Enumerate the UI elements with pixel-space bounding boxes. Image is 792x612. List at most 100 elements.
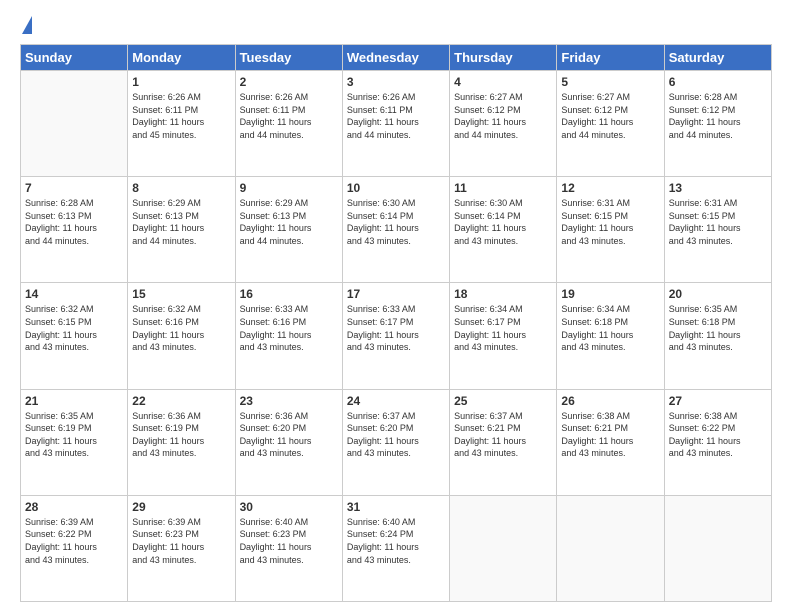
- calendar-cell: 20 Sunrise: 6:35 AMSunset: 6:18 PMDayligh…: [664, 283, 771, 389]
- calendar-cell: [450, 495, 557, 601]
- calendar-header-saturday: Saturday: [664, 45, 771, 71]
- calendar-cell: 8 Sunrise: 6:29 AMSunset: 6:13 PMDaylight…: [128, 177, 235, 283]
- calendar-header-thursday: Thursday: [450, 45, 557, 71]
- calendar-cell: 11 Sunrise: 6:30 AMSunset: 6:14 PMDayligh…: [450, 177, 557, 283]
- day-info: Sunrise: 6:34 AMSunset: 6:18 PMDaylight:…: [561, 303, 659, 353]
- calendar-cell: 10 Sunrise: 6:30 AMSunset: 6:14 PMDayligh…: [342, 177, 449, 283]
- calendar-cell: 7Sunrise: 6:28 AMSunset: 6:13 PMDaylight…: [21, 177, 128, 283]
- day-number: 1: [132, 75, 230, 89]
- calendar-cell: 30 Sunrise: 6:40 AMSunset: 6:23 PMDayligh…: [235, 495, 342, 601]
- day-number: 5: [561, 75, 659, 89]
- calendar-cell: 14 Sunrise: 6:32 AMSunset: 6:15 PMDayligh…: [21, 283, 128, 389]
- calendar-cell: 19 Sunrise: 6:34 AMSunset: 6:18 PMDayligh…: [557, 283, 664, 389]
- day-number: 28: [25, 500, 123, 514]
- calendar-cell: [664, 495, 771, 601]
- calendar-header-tuesday: Tuesday: [235, 45, 342, 71]
- calendar-cell: 31 Sunrise: 6:40 AMSunset: 6:24 PMDayligh…: [342, 495, 449, 601]
- calendar-cell: 6 Sunrise: 6:28 AMSunset: 6:12 PMDaylight…: [664, 71, 771, 177]
- day-number: 13: [669, 181, 767, 195]
- calendar-cell: 13 Sunrise: 6:31 AMSunset: 6:15 PMDayligh…: [664, 177, 771, 283]
- day-number: 6: [669, 75, 767, 89]
- calendar-cell: 28 Sunrise: 6:39 AMSunset: 6:22 PMDayligh…: [21, 495, 128, 601]
- calendar-cell: 12 Sunrise: 6:31 AMSunset: 6:15 PMDayligh…: [557, 177, 664, 283]
- calendar-week-1: 1 Sunrise: 6:26 AMSunset: 6:11 PMDaylight…: [21, 71, 772, 177]
- day-number: 3: [347, 75, 445, 89]
- day-info: Sunrise: 6:26 AMSunset: 6:11 PMDaylight:…: [240, 91, 338, 141]
- day-info: Sunrise: 6:35 AMSunset: 6:18 PMDaylight:…: [669, 303, 767, 353]
- calendar-cell: [557, 495, 664, 601]
- day-number: 15: [132, 287, 230, 301]
- day-number: 10: [347, 181, 445, 195]
- day-number: 26: [561, 394, 659, 408]
- day-number: 14: [25, 287, 123, 301]
- day-info: Sunrise: 6:26 AMSunset: 6:11 PMDaylight:…: [132, 91, 230, 141]
- page: SundayMondayTuesdayWednesdayThursdayFrid…: [0, 0, 792, 612]
- calendar-cell: 16Sunrise: 6:33 AMSunset: 6:16 PMDayligh…: [235, 283, 342, 389]
- calendar-header-wednesday: Wednesday: [342, 45, 449, 71]
- day-info: Sunrise: 6:36 AMSunset: 6:19 PMDaylight:…: [132, 410, 230, 460]
- day-number: 8: [132, 181, 230, 195]
- day-number: 12: [561, 181, 659, 195]
- day-info: Sunrise: 6:26 AMSunset: 6:11 PMDaylight:…: [347, 91, 445, 141]
- day-info: Sunrise: 6:36 AMSunset: 6:20 PMDaylight:…: [240, 410, 338, 460]
- calendar-cell: 27 Sunrise: 6:38 AMSunset: 6:22 PMDayligh…: [664, 389, 771, 495]
- day-info: Sunrise: 6:27 AMSunset: 6:12 PMDaylight:…: [561, 91, 659, 141]
- day-number: 23: [240, 394, 338, 408]
- calendar-week-2: 7Sunrise: 6:28 AMSunset: 6:13 PMDaylight…: [21, 177, 772, 283]
- calendar-cell: 5 Sunrise: 6:27 AMSunset: 6:12 PMDaylight…: [557, 71, 664, 177]
- day-number: 20: [669, 287, 767, 301]
- calendar-cell: 24 Sunrise: 6:37 AMSunset: 6:20 PMDayligh…: [342, 389, 449, 495]
- day-number: 16: [240, 287, 338, 301]
- calendar-week-4: 21Sunrise: 6:35 AMSunset: 6:19 PMDayligh…: [21, 389, 772, 495]
- day-info: Sunrise: 6:34 AMSunset: 6:17 PMDaylight:…: [454, 303, 552, 353]
- day-info: Sunrise: 6:38 AMSunset: 6:22 PMDaylight:…: [669, 410, 767, 460]
- day-info: Sunrise: 6:30 AMSunset: 6:14 PMDaylight:…: [454, 197, 552, 247]
- day-info: Sunrise: 6:40 AMSunset: 6:24 PMDaylight:…: [347, 516, 445, 566]
- day-info: Sunrise: 6:37 AMSunset: 6:20 PMDaylight:…: [347, 410, 445, 460]
- calendar-week-5: 28 Sunrise: 6:39 AMSunset: 6:22 PMDayligh…: [21, 495, 772, 601]
- day-info: Sunrise: 6:32 AMSunset: 6:16 PMDaylight:…: [132, 303, 230, 353]
- day-info: Sunrise: 6:31 AMSunset: 6:15 PMDaylight:…: [669, 197, 767, 247]
- day-number: 18: [454, 287, 552, 301]
- header: [20, 16, 772, 34]
- day-number: 31: [347, 500, 445, 514]
- day-info: Sunrise: 6:35 AMSunset: 6:19 PMDaylight:…: [25, 410, 123, 460]
- day-number: 29: [132, 500, 230, 514]
- day-number: 7: [25, 181, 123, 195]
- calendar-cell: 2 Sunrise: 6:26 AMSunset: 6:11 PMDaylight…: [235, 71, 342, 177]
- day-info: Sunrise: 6:31 AMSunset: 6:15 PMDaylight:…: [561, 197, 659, 247]
- calendar-cell: 25Sunrise: 6:37 AMSunset: 6:21 PMDayligh…: [450, 389, 557, 495]
- calendar-cell: 9 Sunrise: 6:29 AMSunset: 6:13 PMDaylight…: [235, 177, 342, 283]
- day-info: Sunrise: 6:29 AMSunset: 6:13 PMDaylight:…: [240, 197, 338, 247]
- day-info: Sunrise: 6:37 AMSunset: 6:21 PMDaylight:…: [454, 410, 552, 460]
- day-number: 19: [561, 287, 659, 301]
- calendar-cell: 21Sunrise: 6:35 AMSunset: 6:19 PMDayligh…: [21, 389, 128, 495]
- day-info: Sunrise: 6:27 AMSunset: 6:12 PMDaylight:…: [454, 91, 552, 141]
- day-info: Sunrise: 6:39 AMSunset: 6:22 PMDaylight:…: [25, 516, 123, 566]
- day-info: Sunrise: 6:29 AMSunset: 6:13 PMDaylight:…: [132, 197, 230, 247]
- calendar-cell: 3 Sunrise: 6:26 AMSunset: 6:11 PMDaylight…: [342, 71, 449, 177]
- calendar-table: SundayMondayTuesdayWednesdayThursdayFrid…: [20, 44, 772, 602]
- day-number: 22: [132, 394, 230, 408]
- calendar-cell: 26 Sunrise: 6:38 AMSunset: 6:21 PMDayligh…: [557, 389, 664, 495]
- day-info: Sunrise: 6:30 AMSunset: 6:14 PMDaylight:…: [347, 197, 445, 247]
- calendar-header-friday: Friday: [557, 45, 664, 71]
- calendar-cell: 1 Sunrise: 6:26 AMSunset: 6:11 PMDaylight…: [128, 71, 235, 177]
- day-number: 27: [669, 394, 767, 408]
- day-number: 9: [240, 181, 338, 195]
- day-info: Sunrise: 6:39 AMSunset: 6:23 PMDaylight:…: [132, 516, 230, 566]
- calendar-cell: 4Sunrise: 6:27 AMSunset: 6:12 PMDaylight…: [450, 71, 557, 177]
- calendar-cell: 29 Sunrise: 6:39 AMSunset: 6:23 PMDayligh…: [128, 495, 235, 601]
- day-number: 2: [240, 75, 338, 89]
- day-number: 30: [240, 500, 338, 514]
- day-number: 11: [454, 181, 552, 195]
- day-info: Sunrise: 6:40 AMSunset: 6:23 PMDaylight:…: [240, 516, 338, 566]
- day-info: Sunrise: 6:32 AMSunset: 6:15 PMDaylight:…: [25, 303, 123, 353]
- day-number: 24: [347, 394, 445, 408]
- day-number: 17: [347, 287, 445, 301]
- calendar-week-3: 14 Sunrise: 6:32 AMSunset: 6:15 PMDayligh…: [21, 283, 772, 389]
- calendar-cell: 18 Sunrise: 6:34 AMSunset: 6:17 PMDayligh…: [450, 283, 557, 389]
- calendar-cell: 15 Sunrise: 6:32 AMSunset: 6:16 PMDayligh…: [128, 283, 235, 389]
- day-info: Sunrise: 6:28 AMSunset: 6:12 PMDaylight:…: [669, 91, 767, 141]
- day-info: Sunrise: 6:38 AMSunset: 6:21 PMDaylight:…: [561, 410, 659, 460]
